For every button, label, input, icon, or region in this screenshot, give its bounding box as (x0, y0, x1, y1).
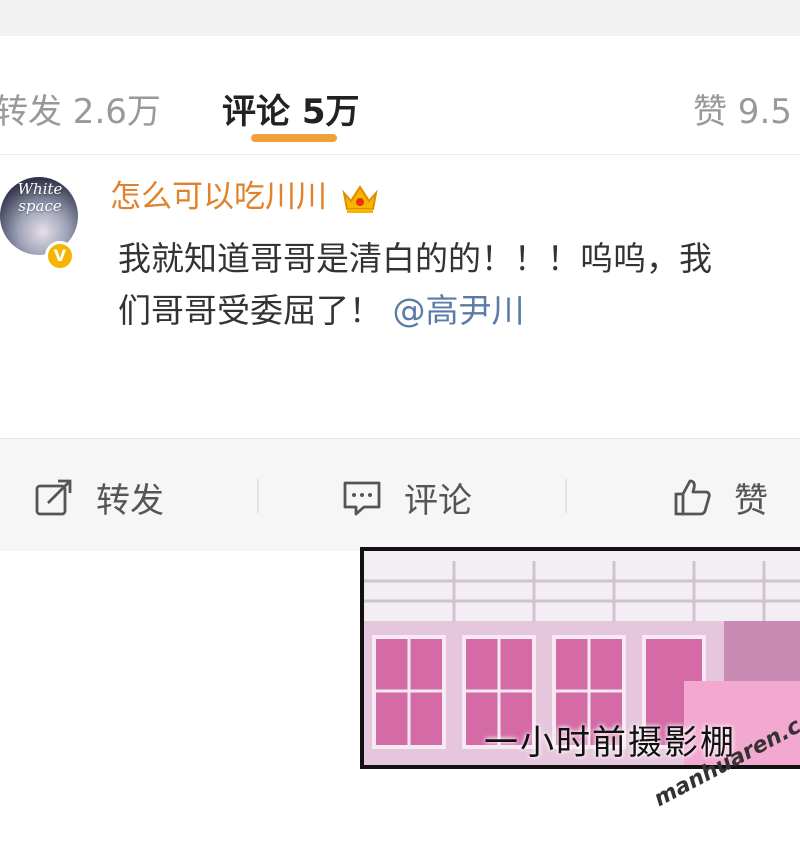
repost-button[interactable]: 转发 (34, 475, 164, 521)
comment-body: 我就知道哥哥是清白的的！！！呜呜，我 们哥哥受委屈了！ @高尹川 (118, 233, 800, 337)
tab-repost[interactable]: 转发 2.6万 (0, 92, 161, 132)
like-button[interactable]: 赞 (672, 475, 768, 521)
comment-username[interactable]: 怎么可以吃川川 (110, 177, 379, 217)
action-divider (565, 479, 567, 513)
username-text: 怎么可以吃川川 (110, 179, 327, 215)
avatar-logo-text: White space (17, 180, 63, 215)
comment-item: White space V 怎么可以吃川川 我就知道哥哥是清白的的！！！呜呜，我… (0, 155, 800, 438)
verified-badge: V (45, 241, 75, 271)
panel-caption: 一小时前摄影棚 (484, 723, 736, 763)
comment-icon (343, 481, 381, 516)
like-label: 赞 (734, 480, 768, 521)
action-bar: 转发 评论 赞 (0, 438, 800, 551)
comment-button[interactable]: 评论 (342, 475, 472, 521)
tab-comments[interactable]: 评论 5万 (222, 92, 360, 132)
tab-likes[interactable]: 赞 9.5 (693, 92, 792, 132)
share-icon (35, 479, 72, 516)
comment-label: 评论 (404, 480, 472, 521)
comment-line-1: 我就知道哥哥是清白的的！！！呜呜，我 (118, 239, 712, 278)
active-tab-indicator (251, 134, 337, 142)
mention-link[interactable]: @高尹川 (393, 291, 525, 330)
action-divider (257, 479, 259, 513)
thumbs-up-icon (674, 479, 711, 516)
repost-label: 转发 (96, 480, 164, 521)
crown-icon (341, 183, 379, 215)
top-bar (0, 0, 800, 36)
comment-line-2: 们哥哥受委屈了！ @高尹川 (118, 285, 800, 337)
comic-panel: 一小时前摄影棚 (360, 547, 800, 769)
tab-bar: 转发 2.6万 评论 5万 赞 9.5 (0, 36, 800, 155)
comment-line-2-text: 们哥哥受委屈了！ (118, 291, 382, 330)
